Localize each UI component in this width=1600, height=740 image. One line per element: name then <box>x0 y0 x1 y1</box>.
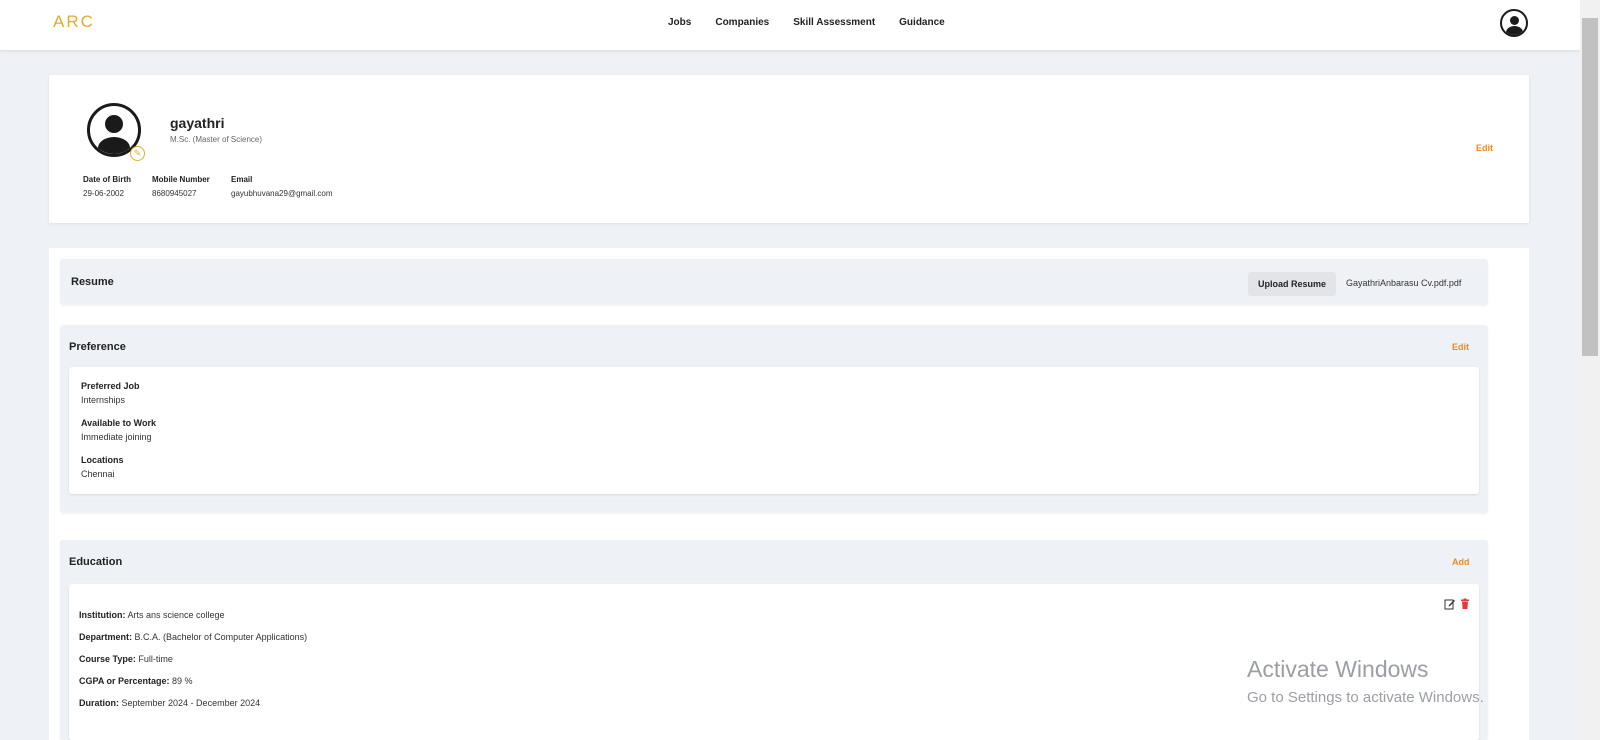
course-type-value: Full-time <box>138 654 173 664</box>
resume-title: Resume <box>71 276 114 288</box>
department-label: Department: <box>79 632 133 642</box>
available-value: Immediate joining <box>81 432 152 442</box>
institution-value: Arts ans science college <box>127 610 225 620</box>
email-field: Email gayubhuvana29@gmail.com <box>231 175 333 198</box>
course-type-label: Course Type: <box>79 654 136 664</box>
preferred-job-label: Preferred Job <box>81 381 140 391</box>
available-label: Available to Work <box>81 418 157 428</box>
dob-field: Date of Birth 29-06-2002 <box>83 175 131 198</box>
nav-skill-assessment[interactable]: Skill Assessment <box>793 17 875 28</box>
scrollbar-thumb[interactable] <box>1582 18 1598 356</box>
delete-trash-icon[interactable] <box>1459 598 1471 610</box>
resume-file-name[interactable]: GayathriAnbarasu Cv.pdf.pdf <box>1346 278 1461 288</box>
edit-avatar-pencil-icon[interactable]: ✎ <box>130 146 145 161</box>
education-section: Education Add Institution: Arts ans scie… <box>60 540 1488 740</box>
department-value: B.C.A. (Bachelor of Computer Application… <box>134 632 308 642</box>
edu-cgpa: CGPA or Percentage: 89 % <box>79 676 193 686</box>
cgpa-value: 89 % <box>172 676 193 686</box>
edit-icon[interactable] <box>1444 598 1456 610</box>
arc-logo[interactable]: ARC <box>53 12 95 32</box>
profile-degree: M.Sc. (Master of Science) <box>170 135 263 144</box>
user-circle-icon[interactable] <box>1500 9 1528 37</box>
cgpa-label: CGPA or Percentage: <box>79 676 170 686</box>
resume-section: Resume Upload Resume GayathriAnbarasu Cv… <box>60 259 1488 305</box>
nav-companies[interactable]: Companies <box>715 17 769 28</box>
duration-value: September 2024 - December 2024 <box>121 698 261 708</box>
preferred-job-field: Preferred Job Internships <box>81 381 140 405</box>
mobile-label: Mobile Number <box>152 175 210 184</box>
locations-value: Chennai <box>81 469 115 479</box>
profile-name: gayathri <box>170 115 225 131</box>
preferred-job-value: Internships <box>81 395 126 405</box>
available-field: Available to Work Immediate joining <box>81 418 156 442</box>
preference-card: Preferred Job Internships Available to W… <box>69 367 1479 494</box>
education-title: Education <box>69 556 123 568</box>
preference-section: Preference Edit Preferred Job Internship… <box>60 325 1488 513</box>
nav-jobs[interactable]: Jobs <box>668 17 691 28</box>
top-navbar: ARC Jobs Companies Skill Assessment Guid… <box>0 0 1580 51</box>
email-label: Email <box>231 175 253 184</box>
edu-department: Department: B.C.A. (Bachelor of Computer… <box>79 632 307 642</box>
locations-label: Locations <box>81 455 124 465</box>
profile-card: ✎ gayathri M.Sc. (Master of Science) Dat… <box>49 75 1529 223</box>
windows-activation-title: Activate Windows <box>1247 656 1429 682</box>
edu-duration: Duration: September 2024 - December 2024 <box>79 698 260 708</box>
upload-resume-button[interactable]: Upload Resume <box>1248 272 1336 296</box>
locations-field: Locations Chennai <box>81 455 124 479</box>
preference-edit-link[interactable]: Edit <box>1452 342 1469 352</box>
main-nav: Jobs Companies Skill Assessment Guidance <box>668 17 945 28</box>
mobile-value: 8680945027 <box>152 189 197 198</box>
mobile-field: Mobile Number 8680945027 <box>152 175 210 198</box>
edu-course-type: Course Type: Full-time <box>79 654 173 664</box>
windows-activation-subtitle: Go to Settings to activate Windows. <box>1247 689 1484 706</box>
education-add-link[interactable]: Add <box>1452 557 1470 567</box>
email-value: gayubhuvana29@gmail.com <box>231 189 333 198</box>
duration-label: Duration: <box>79 698 119 708</box>
dob-value: 29-06-2002 <box>83 189 124 198</box>
dob-label: Date of Birth <box>83 175 131 184</box>
profile-edit-link[interactable]: Edit <box>1476 143 1493 153</box>
preference-title: Preference <box>69 341 126 353</box>
nav-guidance[interactable]: Guidance <box>899 17 945 28</box>
institution-label: Institution: <box>79 610 126 620</box>
edu-institution: Institution: Arts ans science college <box>79 610 225 620</box>
